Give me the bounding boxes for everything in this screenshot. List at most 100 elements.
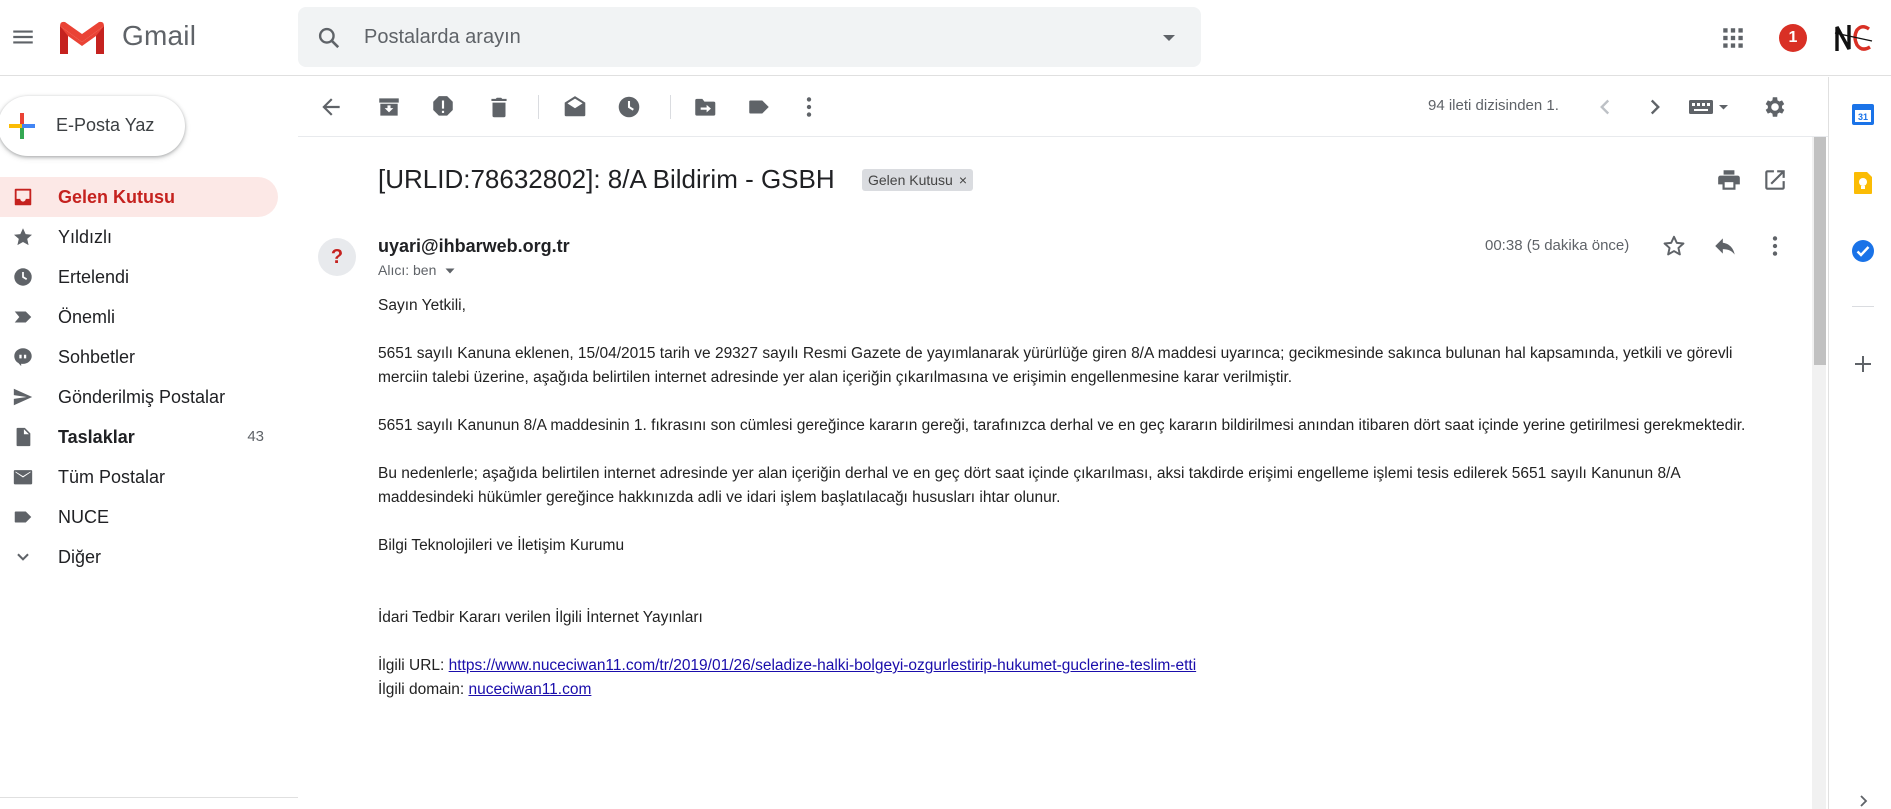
label-chip-text: Gelen Kutusu xyxy=(868,172,953,188)
sidebar-item-sent[interactable]: Gönderilmiş Postalar xyxy=(0,377,280,417)
related-domain-link[interactable]: nuceciwan11.com xyxy=(468,681,591,698)
email-paragraph-1: 5651 sayılı Kanuna eklenen, 15/04/2015 t… xyxy=(378,345,1733,386)
search-input[interactable] xyxy=(364,21,1124,53)
chat-icon xyxy=(11,346,35,368)
reply-icon[interactable] xyxy=(1712,233,1738,259)
sidebar-nav: Gelen Kutusu Yıldızlı Ertelendi Önemli S… xyxy=(0,177,280,577)
search-bar xyxy=(298,7,1201,67)
sidebar-item-label: Yıldızlı xyxy=(58,227,113,247)
sidebar-item-all-mail[interactable]: Tüm Postalar xyxy=(0,457,280,497)
more-vert-icon[interactable] xyxy=(796,94,822,120)
delete-icon[interactable] xyxy=(486,94,512,120)
calendar-icon[interactable]: 31 xyxy=(1850,101,1876,127)
email-domain-line: İlgili domain: nuceciwan11.com xyxy=(378,678,1750,702)
inbox-label-chip[interactable]: Gelen Kutusu × xyxy=(862,169,974,191)
keyboard-input-icon[interactable] xyxy=(1688,94,1732,120)
email-subject: [URLID:78632802]: 8/A Bildirim - GSBH xyxy=(378,164,835,194)
chevron-left-icon[interactable] xyxy=(1592,94,1618,120)
toolbar-separator xyxy=(538,95,539,119)
compose-plus-icon xyxy=(6,110,38,142)
recipient-toggle[interactable]: Alıcı: ben xyxy=(378,262,456,278)
sidebar-item-label: NUCE xyxy=(58,507,110,527)
sidebar-item-label: Gönderilmiş Postalar xyxy=(58,387,226,407)
print-icon[interactable] xyxy=(1716,167,1742,193)
url-label: İlgili URL: xyxy=(378,657,449,674)
notification-badge[interactable]: 1 xyxy=(1779,24,1807,52)
message-more-vert-icon[interactable] xyxy=(1762,233,1788,259)
draft-icon xyxy=(11,426,35,448)
email-body: Sayın Yetkili, 5651 sayılı Kanuna eklene… xyxy=(378,294,1750,702)
sidebar-item-label: Ertelendi xyxy=(58,267,130,287)
pagination-text: 94 ileti dizisinden 1. xyxy=(1428,97,1559,114)
sidebar-item-more[interactable]: Diğer xyxy=(0,537,280,577)
toolbar-separator xyxy=(670,95,671,119)
clock-icon xyxy=(11,266,35,288)
back-arrow-icon[interactable] xyxy=(318,94,344,120)
snooze-clock-icon[interactable] xyxy=(616,94,642,120)
important-icon xyxy=(11,306,35,328)
drafts-count: 43 xyxy=(247,428,264,445)
email-section-title: İdari Tedbir Kararı verilen İlgili İnter… xyxy=(378,609,703,626)
email-paragraph-2: 5651 sayılı Kanunun 8/A maddesinin 1. fı… xyxy=(378,417,1746,434)
settings-gear-icon[interactable] xyxy=(1762,94,1788,120)
compose-button[interactable]: E-Posta Yaz xyxy=(0,96,185,156)
report-spam-icon[interactable] xyxy=(430,94,456,120)
inbox-icon xyxy=(11,186,35,208)
remove-label-button[interactable]: × xyxy=(959,172,967,188)
top-header: Gmail 1 xyxy=(0,0,1891,76)
sidebar-item-starred[interactable]: Yıldızlı xyxy=(0,217,280,257)
send-icon xyxy=(11,386,35,408)
mail-icon xyxy=(11,466,35,488)
sidebar-item-nuce[interactable]: NUCE xyxy=(0,497,280,537)
gmail-logo-icon[interactable] xyxy=(58,20,106,56)
chevron-right-icon[interactable] xyxy=(1642,94,1668,120)
compose-label: E-Posta Yaz xyxy=(56,115,155,135)
recipient-details-dropdown-icon[interactable] xyxy=(444,266,456,276)
email-signature: Bilgi Teknolojileri ve İletişim Kurumu xyxy=(378,537,625,554)
sidebar-item-chats[interactable]: Sohbetler xyxy=(0,337,280,377)
sidebar-item-inbox[interactable]: Gelen Kutusu xyxy=(0,177,278,217)
email-timestamp: 00:38 (5 dakika önce) xyxy=(1485,237,1630,254)
sidebar-item-snoozed[interactable]: Ertelendi xyxy=(0,257,280,297)
sidebar-item-label: Gelen Kutusu xyxy=(58,187,176,207)
keep-icon[interactable] xyxy=(1850,170,1876,196)
search-icon[interactable] xyxy=(316,25,342,51)
sidebar-item-label: Önemli xyxy=(58,307,116,327)
sidebar-item-label: Tüm Postalar xyxy=(58,467,166,487)
chevron-down-icon xyxy=(11,546,35,568)
star-outline-icon[interactable] xyxy=(1661,233,1687,259)
label-icon xyxy=(11,506,35,528)
star-icon xyxy=(11,226,35,248)
related-url-link[interactable]: https://www.nuceciwan11.com/tr/2019/01/2… xyxy=(449,657,1197,674)
scrollbar-thumb[interactable] xyxy=(1814,137,1826,365)
add-addon-plus-icon[interactable] xyxy=(1850,351,1876,377)
app-title[interactable]: Gmail xyxy=(122,20,196,52)
apps-grid-icon[interactable] xyxy=(1720,25,1746,51)
expand-side-panel-chevron-icon[interactable] xyxy=(1856,794,1870,808)
account-avatar[interactable] xyxy=(1834,21,1874,55)
message-toolbar: 94 ileti dizisinden 1. xyxy=(298,77,1828,137)
email-paragraph-3: Bu nedenlerle; aşağıda belirtilen intern… xyxy=(378,465,1680,506)
domain-label: İlgili domain: xyxy=(378,681,469,698)
open-in-new-window-icon[interactable] xyxy=(1762,167,1788,193)
email-greeting: Sayın Yetkili, xyxy=(378,297,466,314)
sender-address[interactable]: uyari@ihbarweb.org.tr xyxy=(378,236,570,257)
sidebar-item-drafts[interactable]: Taslaklar 43 xyxy=(0,417,280,457)
tasks-icon[interactable] xyxy=(1850,238,1876,264)
labels-icon[interactable] xyxy=(746,94,772,120)
email-url-line: İlgili URL: https://www.nuceciwan11.com/… xyxy=(378,654,1750,678)
calendar-day: 31 xyxy=(1858,112,1868,122)
sidebar-divider xyxy=(0,797,298,798)
sidebar-item-label: Sohbetler xyxy=(58,347,136,367)
recipient-text: Alıcı: ben xyxy=(378,262,437,278)
archive-icon[interactable] xyxy=(376,94,402,120)
sidebar-item-label: Taslaklar xyxy=(58,427,135,447)
move-to-icon[interactable] xyxy=(692,94,718,120)
sender-avatar[interactable]: ? xyxy=(318,238,356,276)
main-menu-icon[interactable] xyxy=(10,24,36,50)
sidebar-item-important[interactable]: Önemli xyxy=(0,297,280,337)
search-options-dropdown-icon[interactable] xyxy=(1161,31,1177,45)
side-panel-divider xyxy=(1852,306,1874,307)
mark-unread-icon[interactable] xyxy=(562,94,588,120)
sidebar-item-label: Diğer xyxy=(58,547,102,567)
